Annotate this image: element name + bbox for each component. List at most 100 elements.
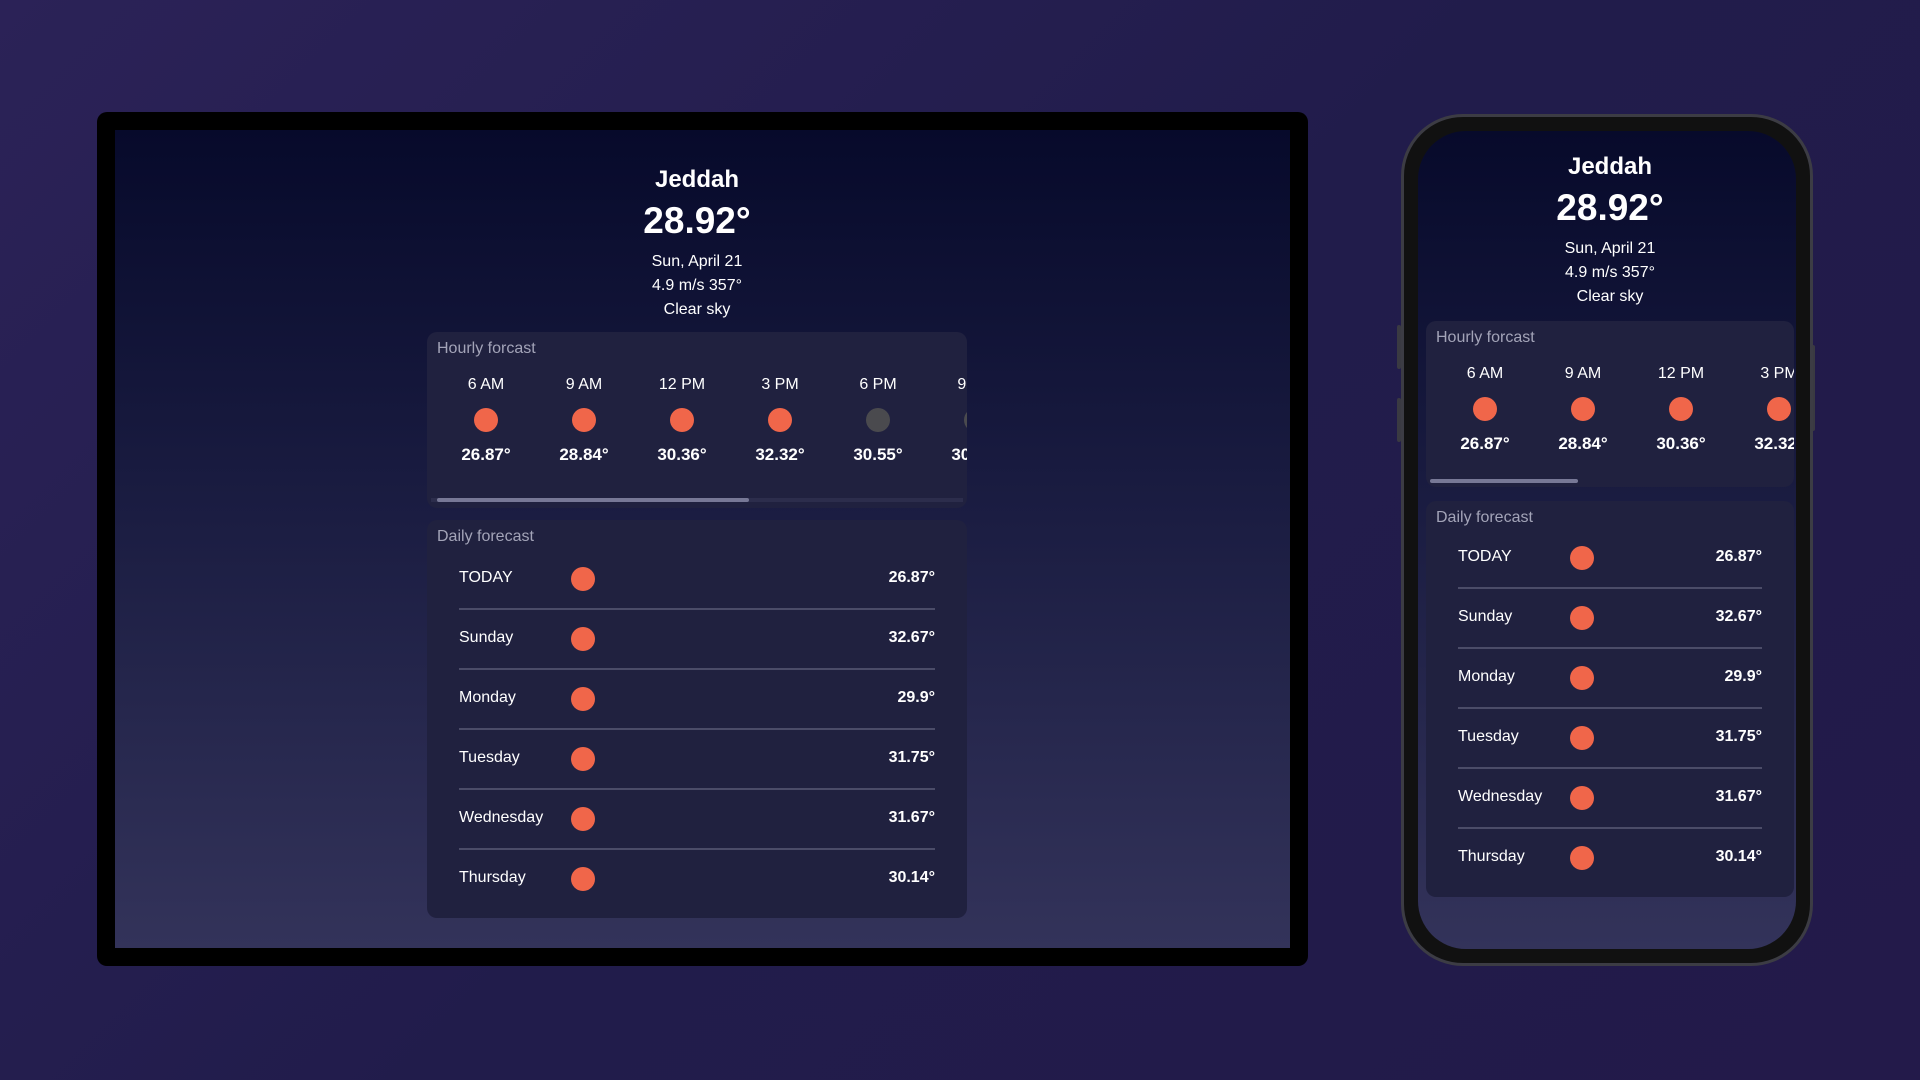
hourly-forecast-title: Hourly forcast xyxy=(437,340,536,357)
hourly-list[interactable]: 6 AM 26.87° 9 AM 28.84° 12 PM 30.36° 3 P… xyxy=(1436,365,1794,454)
day-temperature: 32.67° xyxy=(888,629,935,646)
sun-icon xyxy=(571,567,595,591)
hourly-item: 9 PM 30.xx° xyxy=(927,376,967,465)
sun-icon xyxy=(571,807,595,831)
daily-row: Thursday 30.14° xyxy=(1458,829,1762,887)
daily-row: Sunday 32.67° xyxy=(1458,589,1762,649)
sun-icon xyxy=(1570,786,1594,810)
desktop-mockup-frame: Jeddah 28.92° Sun, April 21 4.9 m/s 357°… xyxy=(97,112,1308,966)
hourly-forecast-card[interactable]: Hourly forcast 6 AM 26.87° 9 AM 28.84° 1… xyxy=(1426,321,1794,487)
daily-forecast-title: Daily forecast xyxy=(437,528,534,545)
sun-icon xyxy=(1669,397,1693,421)
hourly-item: 6 PM 30.55° xyxy=(829,376,927,465)
city-name: Jeddah xyxy=(654,166,740,193)
sun-icon xyxy=(572,408,596,432)
day-name: Sunday xyxy=(1458,608,1513,625)
day-name: Monday xyxy=(459,689,516,706)
hour-time: 6 AM xyxy=(467,376,505,393)
hour-time: 3 PM xyxy=(1760,365,1794,382)
daily-row: Sunday 32.67° xyxy=(459,610,935,670)
night-icon xyxy=(964,408,967,432)
daily-row: TODAY 26.87° xyxy=(1458,529,1762,589)
daily-row: TODAY 26.87° xyxy=(459,550,935,610)
day-name: Tuesday xyxy=(459,749,520,766)
daily-row: Thursday 30.14° xyxy=(459,850,935,908)
hourly-item: 3 PM 32.32° xyxy=(1730,365,1794,454)
hourly-forecast-title: Hourly forcast xyxy=(1436,329,1535,346)
daily-row: Tuesday 31.75° xyxy=(1458,709,1762,769)
weather-app-mobile: Jeddah 28.92° Sun, April 21 4.9 m/s 357°… xyxy=(1426,131,1794,897)
daily-row: Monday 29.9° xyxy=(459,670,935,730)
desktop-screen: Jeddah 28.92° Sun, April 21 4.9 m/s 357°… xyxy=(115,130,1290,948)
day-temperature: 29.9° xyxy=(897,689,935,706)
current-temperature: 28.92° xyxy=(1556,187,1664,228)
hourly-scrollbar[interactable] xyxy=(431,498,963,502)
day-temperature: 29.9° xyxy=(1724,668,1762,685)
daily-forecast-card: Daily forecast TODAY 26.87° Sunday 32.67… xyxy=(427,520,967,918)
day-temperature: 26.87° xyxy=(1715,548,1762,565)
hourly-scrollbar-thumb[interactable] xyxy=(437,498,749,502)
hourly-forecast-card[interactable]: Hourly forcast 6 AM 26.87° 9 AM 28.84° 1… xyxy=(427,332,967,508)
hour-temperature: 26.87° xyxy=(1460,434,1510,453)
hour-temperature: 32.32° xyxy=(755,445,805,464)
day-name: Sunday xyxy=(459,629,514,646)
wind-info: 4.9 m/s 357° xyxy=(652,277,742,294)
hour-temperature: 28.84° xyxy=(1558,434,1608,453)
daily-forecast-title: Daily forecast xyxy=(1436,509,1533,526)
sun-icon xyxy=(474,408,498,432)
day-temperature: 31.67° xyxy=(888,809,935,826)
hour-time: 9 AM xyxy=(565,376,603,393)
weather-header: Jeddah 28.92° Sun, April 21 4.9 m/s 357°… xyxy=(427,166,967,322)
daily-row: Monday 29.9° xyxy=(1458,649,1762,709)
hourly-item: 9 AM 28.84° xyxy=(535,376,633,465)
weather-app-desktop: Jeddah 28.92° Sun, April 21 4.9 m/s 357°… xyxy=(427,130,967,918)
weather-condition: Clear sky xyxy=(1576,288,1644,305)
hourly-list[interactable]: 6 AM 26.87° 9 AM 28.84° 12 PM 30.36° 3 P… xyxy=(437,376,967,465)
hour-temperature: 30.55° xyxy=(853,445,903,464)
current-date: Sun, April 21 xyxy=(1564,240,1656,257)
hourly-item: 12 PM 30.36° xyxy=(633,376,731,465)
hourly-item: 9 AM 28.84° xyxy=(1534,365,1632,454)
day-temperature: 31.67° xyxy=(1715,788,1762,805)
day-name: Thursday xyxy=(1458,848,1525,865)
hour-time: 6 PM xyxy=(859,376,897,393)
hour-time: 9 AM xyxy=(1564,365,1602,382)
phone-mockup-frame: Jeddah 28.92° Sun, April 21 4.9 m/s 357°… xyxy=(1401,114,1813,966)
day-temperature: 32.67° xyxy=(1715,608,1762,625)
hour-temperature: 26.87° xyxy=(461,445,511,464)
sun-icon xyxy=(571,687,595,711)
hourly-item: 6 AM 26.87° xyxy=(1436,365,1534,454)
hour-time: 3 PM xyxy=(761,376,799,393)
sun-icon xyxy=(1570,546,1594,570)
weather-header: Jeddah 28.92° Sun, April 21 4.9 m/s 357°… xyxy=(1426,153,1794,309)
day-temperature: 26.87° xyxy=(888,569,935,586)
sun-icon xyxy=(1570,606,1594,630)
sun-icon xyxy=(571,747,595,771)
hour-temperature: 32.32° xyxy=(1754,434,1794,453)
day-name: Tuesday xyxy=(1458,728,1519,745)
hour-time: 6 AM xyxy=(1466,365,1504,382)
hourly-item: 12 PM 30.36° xyxy=(1632,365,1730,454)
sun-icon xyxy=(1473,397,1497,421)
weather-condition: Clear sky xyxy=(663,301,731,318)
hourly-item: 3 PM 32.32° xyxy=(731,376,829,465)
sun-icon xyxy=(1570,726,1594,750)
sun-icon xyxy=(571,867,595,891)
hour-time: 9 PM xyxy=(957,376,967,393)
day-name: Monday xyxy=(1458,668,1515,685)
hour-time: 12 PM xyxy=(658,376,706,393)
daily-row: Wednesday 31.67° xyxy=(1458,769,1762,829)
sun-icon xyxy=(768,408,792,432)
night-icon xyxy=(866,408,890,432)
hourly-scrollbar[interactable] xyxy=(1430,479,1790,483)
day-name: Thursday xyxy=(459,869,526,886)
current-date: Sun, April 21 xyxy=(651,253,743,270)
hourly-scrollbar-thumb[interactable] xyxy=(1430,479,1578,483)
sun-icon xyxy=(1571,397,1595,421)
day-name: TODAY xyxy=(459,569,513,586)
hour-time: 12 PM xyxy=(1657,365,1705,382)
daily-forecast-card: Daily forecast TODAY 26.87° Sunday 32.67… xyxy=(1426,501,1794,897)
sun-icon xyxy=(670,408,694,432)
hour-temperature: 28.84° xyxy=(559,445,609,464)
phone-screen: Jeddah 28.92° Sun, April 21 4.9 m/s 357°… xyxy=(1418,131,1796,949)
